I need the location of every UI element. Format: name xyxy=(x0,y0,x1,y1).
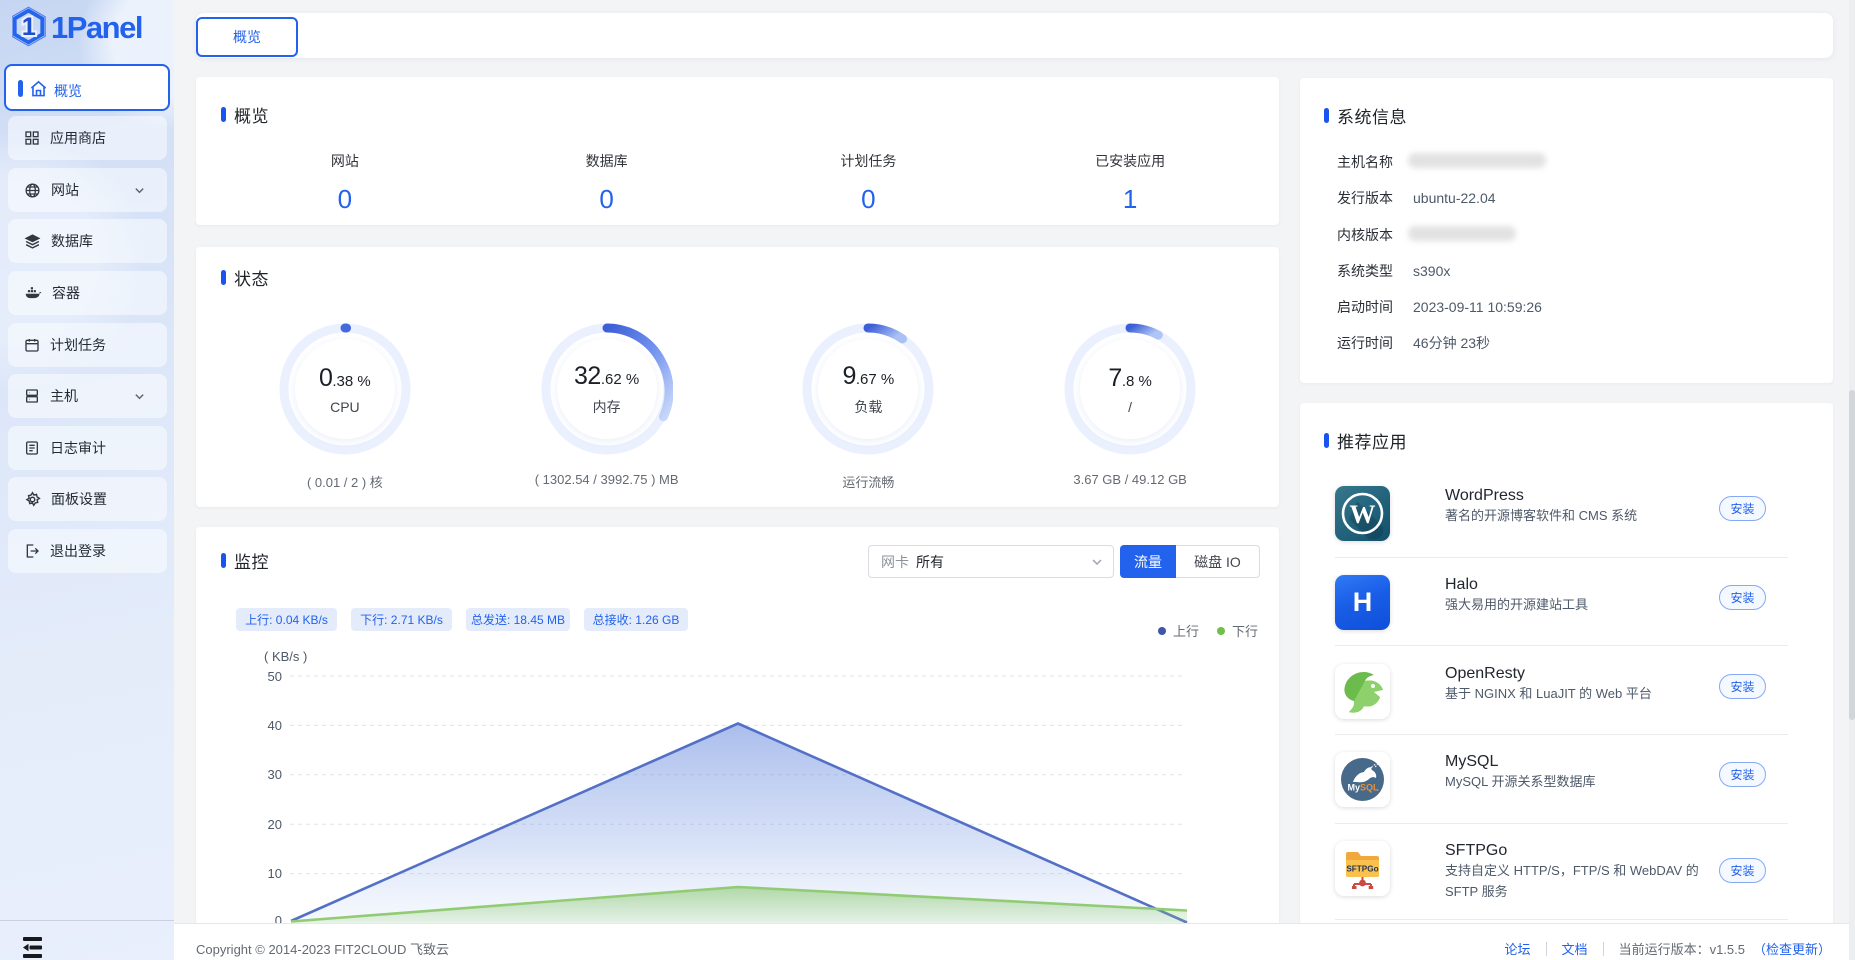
svg-text:20: 20 xyxy=(268,817,282,832)
svg-text:10: 10 xyxy=(268,866,282,881)
svg-text:30: 30 xyxy=(268,767,282,782)
svg-text:SQL: SQL xyxy=(1360,783,1379,793)
svg-text:My: My xyxy=(1348,783,1361,793)
svg-text:W: W xyxy=(1350,500,1376,529)
svg-text:SFTPGo: SFTPGo xyxy=(1346,865,1378,874)
svg-text:50: 50 xyxy=(268,669,282,684)
svg-text:1Panel: 1Panel xyxy=(51,10,142,45)
svg-text:1: 1 xyxy=(22,13,36,41)
svg-text:40: 40 xyxy=(268,718,282,733)
